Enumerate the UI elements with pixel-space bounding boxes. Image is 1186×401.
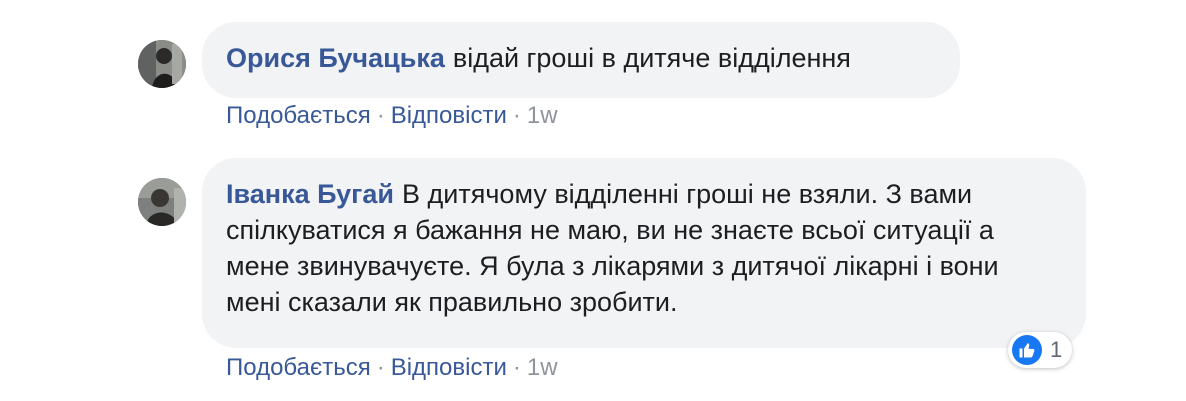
comment-timestamp[interactable]: 1w xyxy=(527,354,558,381)
reactions-summary[interactable]: 1 xyxy=(1008,332,1073,368)
reply-link[interactable]: Відповісти xyxy=(391,354,507,381)
avatar-photo-icon xyxy=(138,40,186,88)
comment-1: Орися Бучацька відай гроші в дитяче відді… xyxy=(138,22,1118,132)
comment-actions: Подобається · Відповісти · 1w xyxy=(226,102,558,130)
comment-bubble: Іванка Бугай В дитячому відділенні гроші … xyxy=(202,158,1086,348)
reply-link[interactable]: Відповісти xyxy=(391,102,507,129)
separator-dot: · xyxy=(512,354,521,381)
comment-text: відай гроші в дитяче відділення xyxy=(452,43,851,73)
separator-dot: · xyxy=(376,354,385,381)
separator-dot: · xyxy=(512,102,521,129)
avatar-photo-icon xyxy=(138,178,186,226)
comment-author[interactable]: Іванка Бугай xyxy=(226,179,394,209)
like-link[interactable]: Подобається xyxy=(226,102,371,129)
thumbs-up-icon xyxy=(1012,335,1042,365)
like-link[interactable]: Подобається xyxy=(226,354,371,381)
comment-2: Іванка Бугай В дитячому відділенні гроші … xyxy=(138,158,1118,388)
comment-actions: Подобається · Відповісти · 1w xyxy=(226,354,558,382)
separator-dot: · xyxy=(376,102,385,129)
reaction-count: 1 xyxy=(1050,337,1063,362)
avatar[interactable] xyxy=(138,178,186,226)
comment-bubble: Орися Бучацька відай гроші в дитяче відді… xyxy=(202,22,960,98)
avatar[interactable] xyxy=(138,40,186,88)
comment-timestamp[interactable]: 1w xyxy=(527,102,558,129)
comment-author[interactable]: Орися Бучацька xyxy=(226,43,445,73)
